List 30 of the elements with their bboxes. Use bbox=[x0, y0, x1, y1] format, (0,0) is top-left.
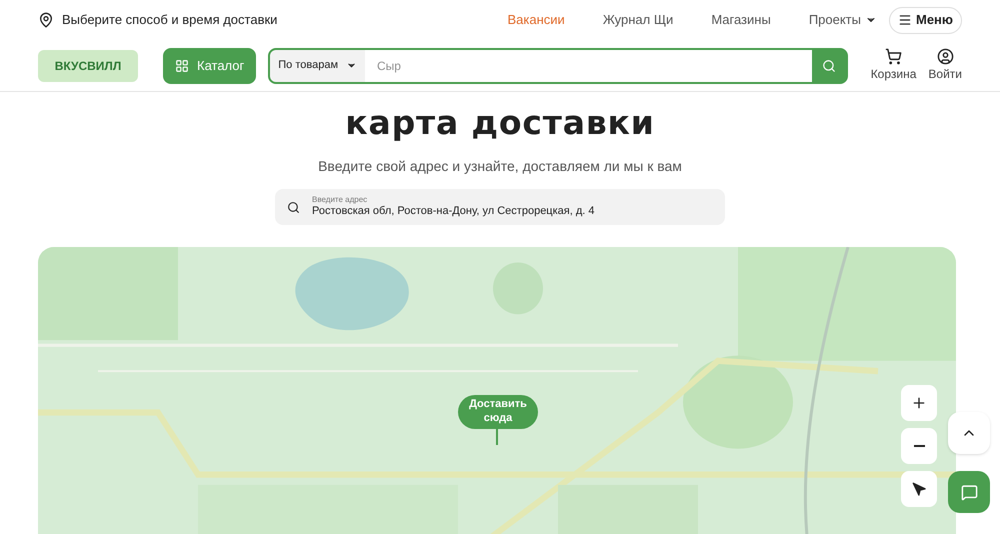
nav-link[interactable]: Магазины bbox=[711, 10, 771, 30]
user-icon[interactable] bbox=[936, 48, 954, 65]
arrow-icon bbox=[912, 482, 926, 496]
location-pin-icon bbox=[38, 12, 54, 28]
zoom-in-button[interactable] bbox=[901, 385, 937, 421]
address-value: Ростовская обл, Ростов-на-Дону, ул Сестрорецкая, д. 4 bbox=[312, 205, 594, 219]
address-label: Введите адрес bbox=[312, 195, 368, 206]
nav-link[interactable]: Проекты bbox=[808, 10, 861, 30]
nav-link[interactable]: Журнал Щи bbox=[602, 10, 674, 30]
minus-icon bbox=[914, 445, 924, 447]
page-title: карта доставки bbox=[345, 102, 655, 144]
logo[interactable]: ВКУСВИЛЛ bbox=[38, 50, 138, 82]
page-subtitle: Введите свой адрес и узнайте, доставляем ли мы к вам bbox=[318, 157, 682, 176]
login-link[interactable]: Войти bbox=[928, 65, 962, 83]
chat-icon bbox=[960, 484, 978, 500]
chat-button[interactable] bbox=[948, 471, 990, 513]
menu-icon bbox=[898, 13, 912, 27]
grid-icon bbox=[175, 58, 189, 72]
address-field[interactable]: Введите адрес Ростовская обл, Ростов-на-Дону, ул Сестрорецкая, д. 4 bbox=[275, 189, 725, 225]
search-field[interactable]: Сыр bbox=[365, 50, 812, 82]
delivery-label[interactable]: Выберите способ и время доставки bbox=[62, 10, 278, 30]
menu-button[interactable]: Меню bbox=[888, 6, 962, 34]
scope-dropdown[interactable]: По товарам bbox=[270, 50, 366, 82]
cart-icon[interactable] bbox=[885, 48, 902, 65]
plus-icon bbox=[911, 395, 927, 411]
search-icon bbox=[287, 200, 300, 214]
search-icon[interactable] bbox=[822, 58, 836, 72]
locate-button[interactable] bbox=[901, 471, 937, 507]
search-input[interactable]: Сыр bbox=[365, 56, 812, 74]
cart-link[interactable]: Корзина bbox=[870, 65, 916, 83]
